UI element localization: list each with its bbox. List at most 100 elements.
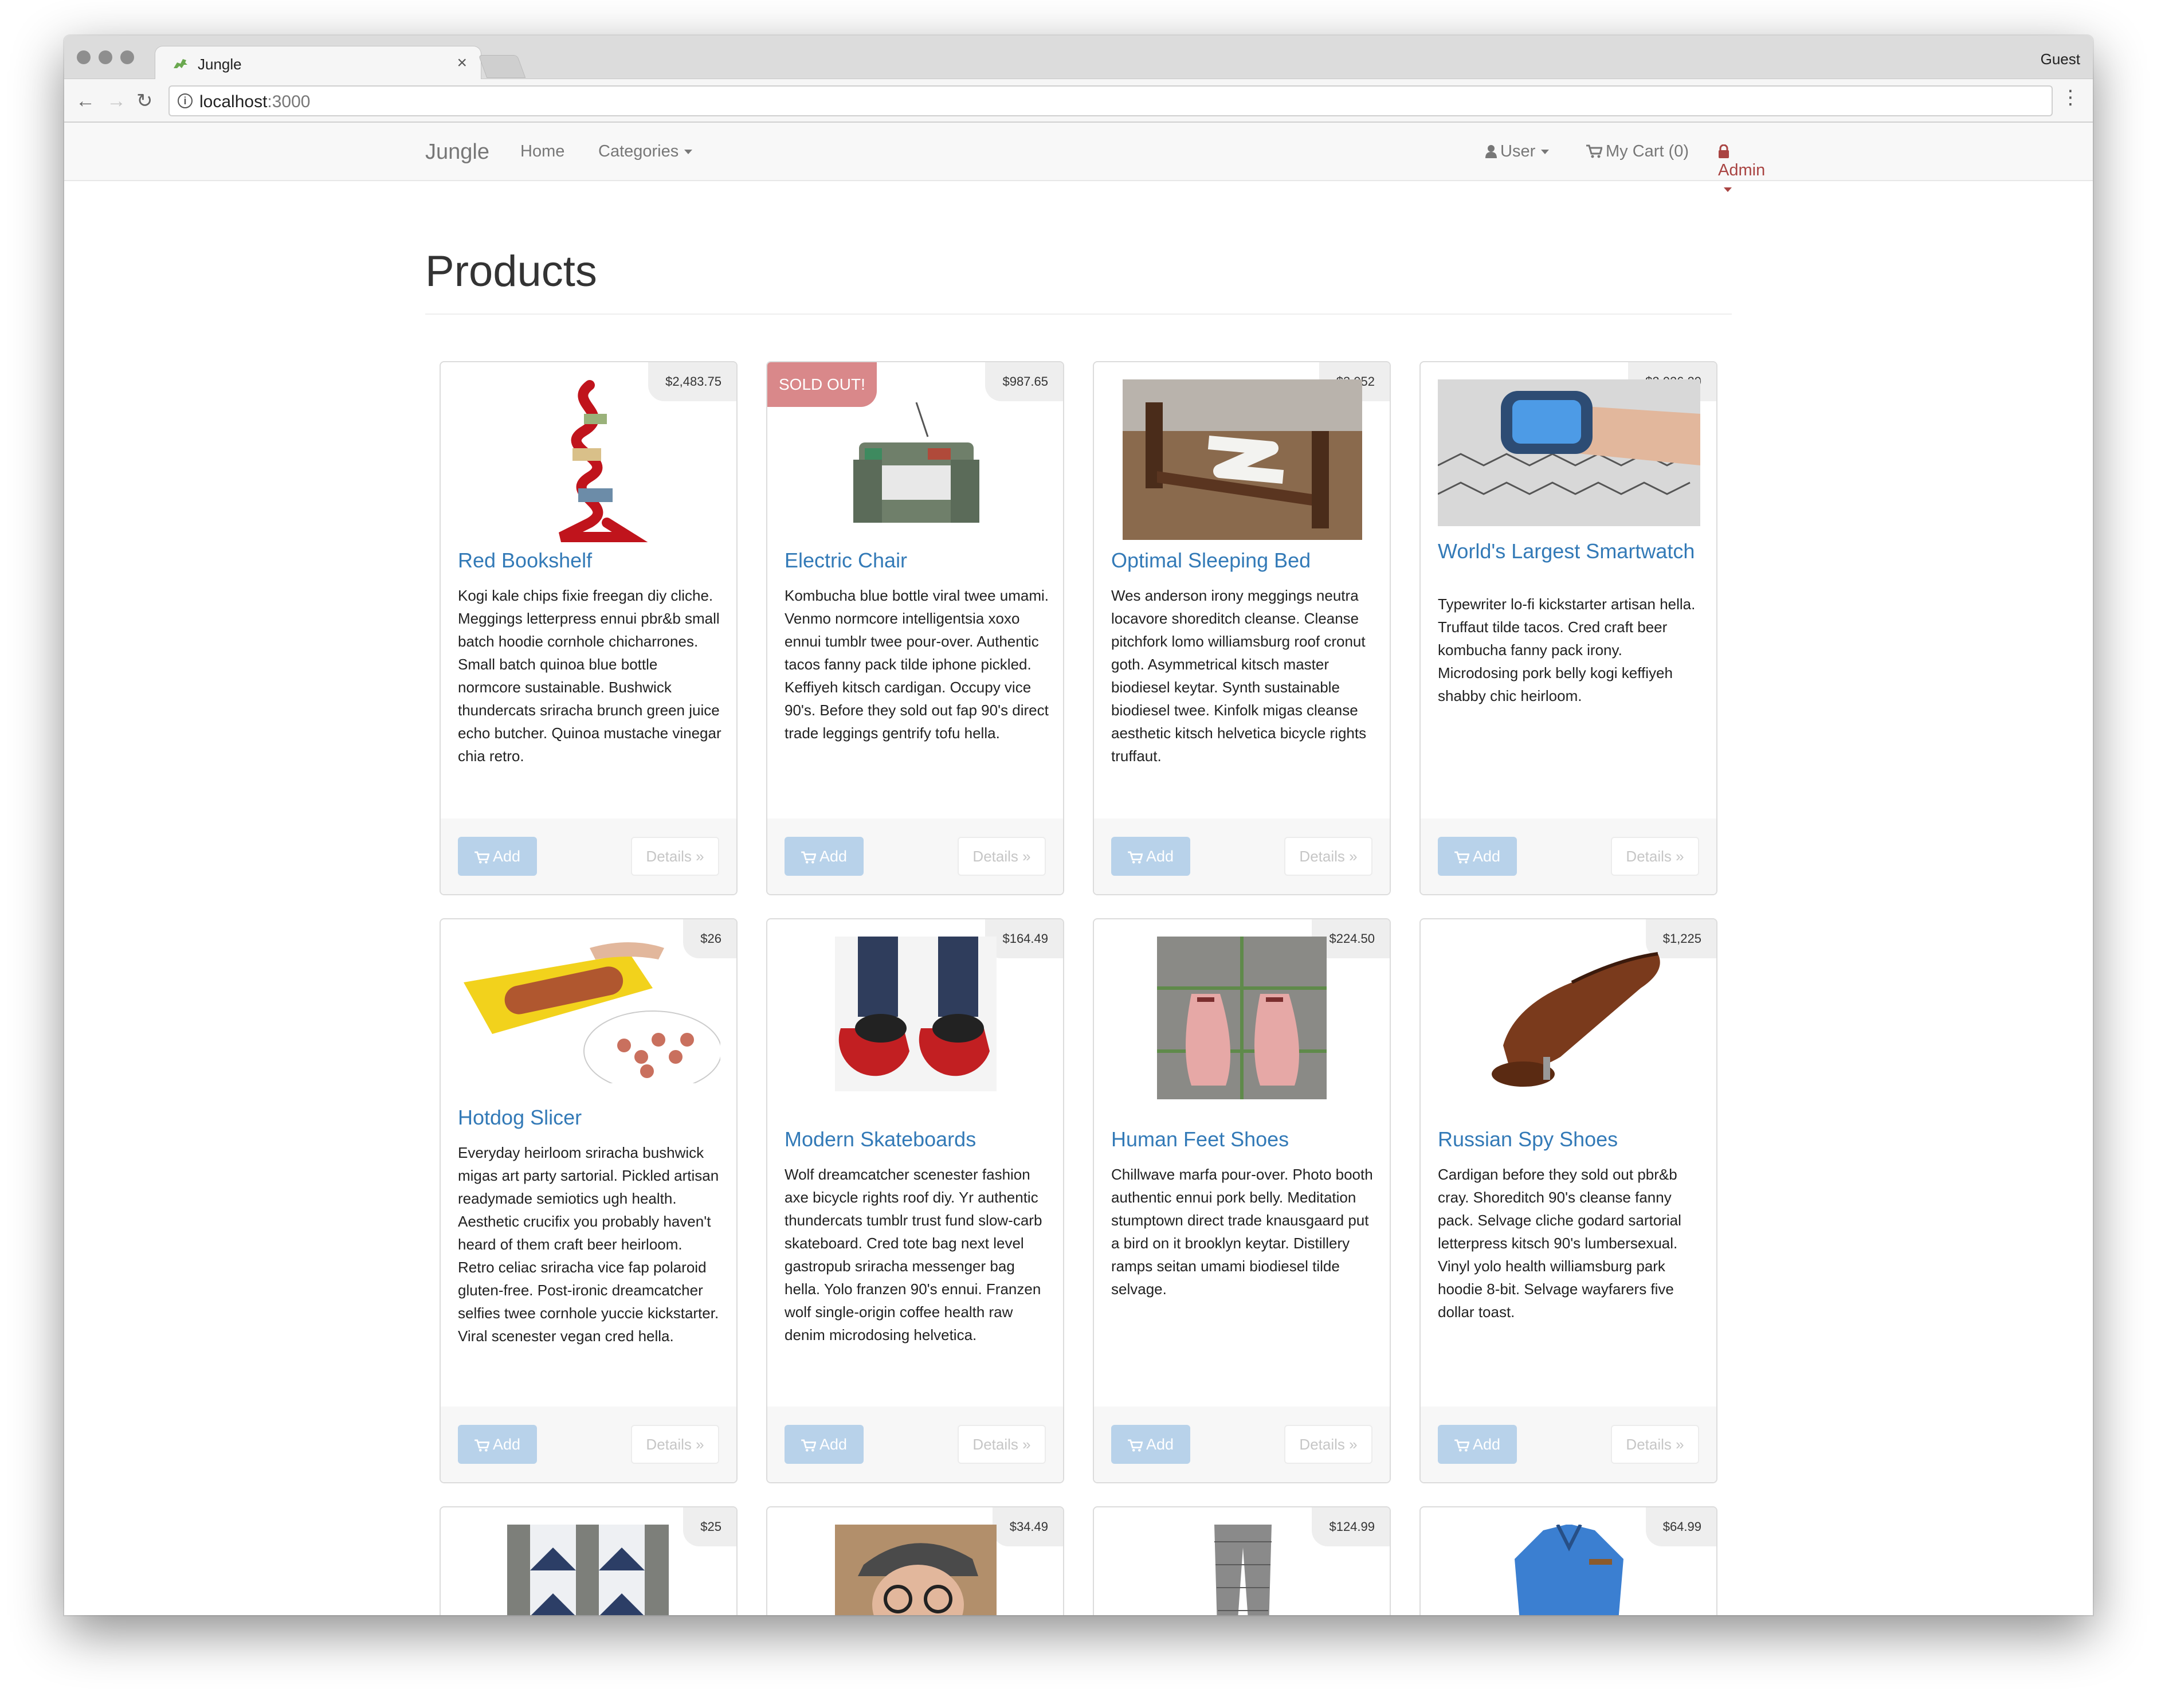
browser-toolbar: ← → ↻ i localhost:3000 ⋮: [64, 79, 2093, 123]
card-footer: Add Details »: [1094, 1407, 1390, 1482]
browser-menu-icon[interactable]: ⋮: [2061, 86, 2080, 109]
caret-down-icon: [1724, 187, 1732, 193]
product-image-socks[interactable]: [507, 1525, 669, 1615]
nav-cart[interactable]: My Cart (0): [1586, 142, 1689, 161]
product-name[interactable]: Russian Spy Shoes: [1438, 1128, 1701, 1151]
site-navbar: Jungle Home Categories User My Cart (0) …: [64, 123, 2093, 193]
product-image-hat[interactable]: [835, 1525, 997, 1615]
price-badge: $124.99: [1312, 1507, 1390, 1546]
caret-down-icon: [1541, 150, 1550, 155]
details-button[interactable]: Details »: [1611, 837, 1699, 876]
details-button[interactable]: Details »: [631, 1425, 719, 1464]
product-description: Cardigan before they sold out pbr&b cray…: [1438, 1166, 1681, 1321]
product-description: Wolf dreamcatcher scenester fashion axe …: [785, 1166, 1042, 1343]
product-name[interactable]: Human Feet Shoes: [1111, 1128, 1375, 1151]
new-tab-button[interactable]: [478, 55, 526, 78]
reload-icon[interactable]: ↻: [136, 89, 153, 112]
add-to-cart-button[interactable]: Add: [785, 1425, 864, 1464]
window-controls: [77, 50, 134, 64]
card-footer: Add Details »: [441, 818, 736, 894]
caret-down-icon: [684, 150, 693, 155]
add-to-cart-button[interactable]: Add: [1438, 837, 1517, 876]
product-name[interactable]: World's Largest Smartwatch: [1438, 540, 1701, 563]
shopping-cart-icon: [1128, 851, 1143, 864]
nav-user-label: User: [1500, 142, 1536, 160]
nav-admin-dropdown[interactable]: Admin: [1718, 142, 1765, 199]
user-icon: [1485, 145, 1497, 158]
browser-tab[interactable]: Jungle ×: [155, 46, 481, 79]
product-image-skateboards[interactable]: [835, 937, 997, 1091]
product-name[interactable]: Red Bookshelf: [458, 549, 721, 572]
screenshot: Jungle × Guest ← → ↻ i localhost:3000 ⋮ …: [0, 0, 2157, 1708]
product-name[interactable]: Optimal Sleeping Bed: [1111, 549, 1375, 572]
details-button[interactable]: Details »: [958, 1425, 1046, 1464]
brand-link[interactable]: Jungle: [425, 140, 489, 164]
product-card: $25: [440, 1506, 738, 1615]
add-to-cart-button[interactable]: Add: [785, 837, 864, 876]
product-card: $2,026.29 World's Largest Smartwatch Typ…: [1419, 361, 1717, 895]
nav-categories-dropdown[interactable]: Categories: [598, 142, 693, 161]
product-name[interactable]: Modern Skateboards: [785, 1128, 1048, 1151]
info-icon[interactable]: i: [178, 93, 193, 108]
details-button[interactable]: Details »: [631, 837, 719, 876]
add-label: Add: [1472, 1436, 1501, 1453]
add-to-cart-button[interactable]: Add: [1111, 1425, 1190, 1464]
add-label: Add: [492, 848, 521, 865]
product-card: $2,483.75 Red Bookshelf Kogi kale chips …: [440, 361, 738, 895]
details-button[interactable]: Details »: [1284, 837, 1372, 876]
add-to-cart-button[interactable]: Add: [1438, 1425, 1517, 1464]
product-card: $124.99: [1093, 1506, 1391, 1615]
product-description: Wes anderson irony meggings neutra locav…: [1111, 587, 1367, 765]
product-image-chair[interactable]: [842, 402, 991, 546]
add-to-cart-button[interactable]: Add: [458, 1425, 537, 1464]
details-button[interactable]: Details »: [958, 837, 1046, 876]
shopping-cart-icon: [1454, 851, 1469, 864]
nav-user-dropdown[interactable]: User: [1485, 142, 1550, 161]
product-image-spy-shoes[interactable]: [1469, 937, 1669, 1099]
product-image-shirt[interactable]: [1509, 1525, 1629, 1615]
product-card: $64.99: [1419, 1506, 1717, 1615]
url-host: localhost: [199, 92, 268, 111]
shopping-cart-icon: [1586, 144, 1603, 158]
price-badge: $34.49: [992, 1507, 1063, 1546]
zoom-window-button[interactable]: [120, 50, 134, 64]
nav-cart-label: My Cart (0): [1606, 142, 1689, 160]
card-footer: Add Details »: [1421, 1407, 1716, 1482]
details-button[interactable]: Details »: [1284, 1425, 1372, 1464]
product-image-bed[interactable]: [1123, 379, 1362, 540]
profile-label[interactable]: Guest: [2041, 50, 2080, 68]
add-to-cart-button[interactable]: Add: [1111, 837, 1190, 876]
product-image-pants[interactable]: [1197, 1525, 1289, 1615]
add-label: Add: [1472, 848, 1501, 865]
product-card: $3,052 Optimal Sleeping Bed Wes anderson…: [1093, 361, 1391, 895]
page-title: Products: [425, 247, 597, 296]
product-image-hotdog-slicer[interactable]: [458, 937, 720, 1083]
back-arrow-icon[interactable]: ←: [76, 89, 95, 112]
product-description: Typewriter lo-fi kickstarter artisan hel…: [1438, 596, 1696, 704]
address-bar[interactable]: i localhost:3000: [168, 85, 2053, 116]
product-image-bookshelf[interactable]: [521, 379, 658, 546]
close-tab-icon[interactable]: ×: [457, 53, 467, 73]
product-card: $164.49 Modern Skateboards Wolf dreamcat…: [766, 918, 1064, 1483]
shopping-cart-icon: [801, 1439, 816, 1452]
nav-categories-label: Categories: [598, 142, 679, 160]
product-card: $26 Hotdog Slicer Everyday heirloom srir…: [440, 918, 738, 1483]
product-image-smartwatch[interactable]: [1438, 379, 1700, 526]
add-label: Add: [1146, 848, 1174, 865]
url-text: localhost:3000: [199, 92, 310, 112]
shopping-cart-icon: [474, 1439, 489, 1452]
details-button[interactable]: Details »: [1611, 1425, 1699, 1464]
nav-home[interactable]: Home: [520, 142, 564, 161]
product-name[interactable]: Hotdog Slicer: [458, 1106, 721, 1129]
tab-title: Jungle: [198, 56, 242, 73]
close-window-button[interactable]: [77, 50, 91, 64]
product-name[interactable]: Electric Chair: [785, 549, 1048, 572]
forward-arrow-icon[interactable]: →: [107, 89, 126, 112]
add-label: Add: [492, 1436, 521, 1453]
nav-admin-label: Admin: [1718, 161, 1766, 179]
add-to-cart-button[interactable]: Add: [458, 837, 537, 876]
product-image-feet-shoes[interactable]: [1157, 937, 1327, 1099]
lock-icon: [1719, 144, 1729, 158]
product-card: SOLD OUT! $987.65 Electric Chair Kombuch…: [766, 361, 1064, 895]
minimize-window-button[interactable]: [99, 50, 112, 64]
